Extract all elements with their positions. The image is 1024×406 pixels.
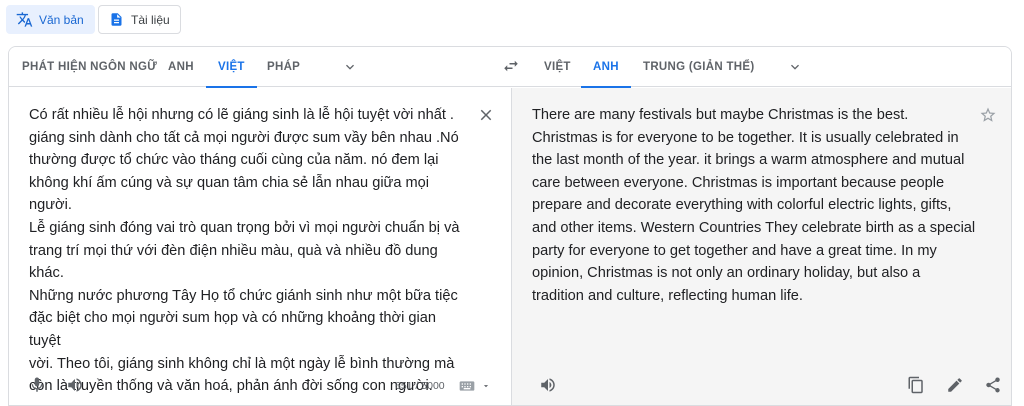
text-mode-button[interactable]: Văn bản — [6, 5, 95, 34]
target-tab-chinese-simplified[interactable]: TRUNG (GIẢN THỂ) — [643, 47, 754, 87]
chevron-down-icon[interactable] — [787, 59, 803, 75]
target-pane: There are many festivals but maybe Chris… — [511, 88, 1011, 405]
microphone-icon[interactable] — [26, 374, 48, 396]
target-tab-vietnamese[interactable]: VIỆT — [544, 47, 571, 87]
swap-icon[interactable] — [502, 57, 522, 77]
speaker-icon[interactable] — [537, 374, 559, 396]
close-icon[interactable] — [477, 106, 497, 126]
translated-text: There are many festivals but maybe Chris… — [532, 107, 976, 304]
target-tab-english[interactable]: ANH — [581, 47, 631, 88]
document-icon — [107, 11, 125, 29]
translation-panel: PHÁT HIỆN NGÔN NGỮ ANH VIỆT PHÁP VIỆT AN… — [8, 46, 1012, 406]
source-tab-vietnamese[interactable]: VIỆT — [206, 47, 257, 88]
source-tab-french[interactable]: PHÁP — [267, 47, 300, 87]
source-tab-english[interactable]: ANH — [168, 47, 194, 87]
mode-bar: Văn bản Tài liệu — [0, 0, 1024, 40]
translate-icon — [15, 11, 33, 29]
share-icon[interactable] — [982, 374, 1004, 396]
copy-icon[interactable] — [905, 374, 927, 396]
chevron-down-icon[interactable] — [342, 59, 358, 75]
source-tab-detect[interactable]: PHÁT HIỆN NGÔN NGỮ — [22, 47, 157, 87]
source-text-input[interactable]: Có rất nhiều lễ hội nhưng có lẽ giáng si… — [29, 104, 469, 398]
language-bar: PHÁT HIỆN NGÔN NGỮ ANH VIỆT PHÁP VIỆT AN… — [9, 47, 1011, 88]
star-icon[interactable] — [979, 106, 1001, 128]
pencil-icon[interactable] — [944, 374, 966, 396]
keyboard-icon[interactable] — [459, 380, 491, 392]
documents-mode-label: Tài liệu — [131, 12, 170, 27]
text-mode-label: Văn bản — [39, 12, 84, 27]
character-counter: 651 / 5000 — [395, 380, 445, 392]
speaker-icon[interactable] — [64, 374, 86, 396]
source-pane: Có rất nhiều lễ hội nhưng có lẽ giáng si… — [9, 88, 511, 405]
documents-mode-button[interactable]: Tài liệu — [98, 5, 181, 34]
